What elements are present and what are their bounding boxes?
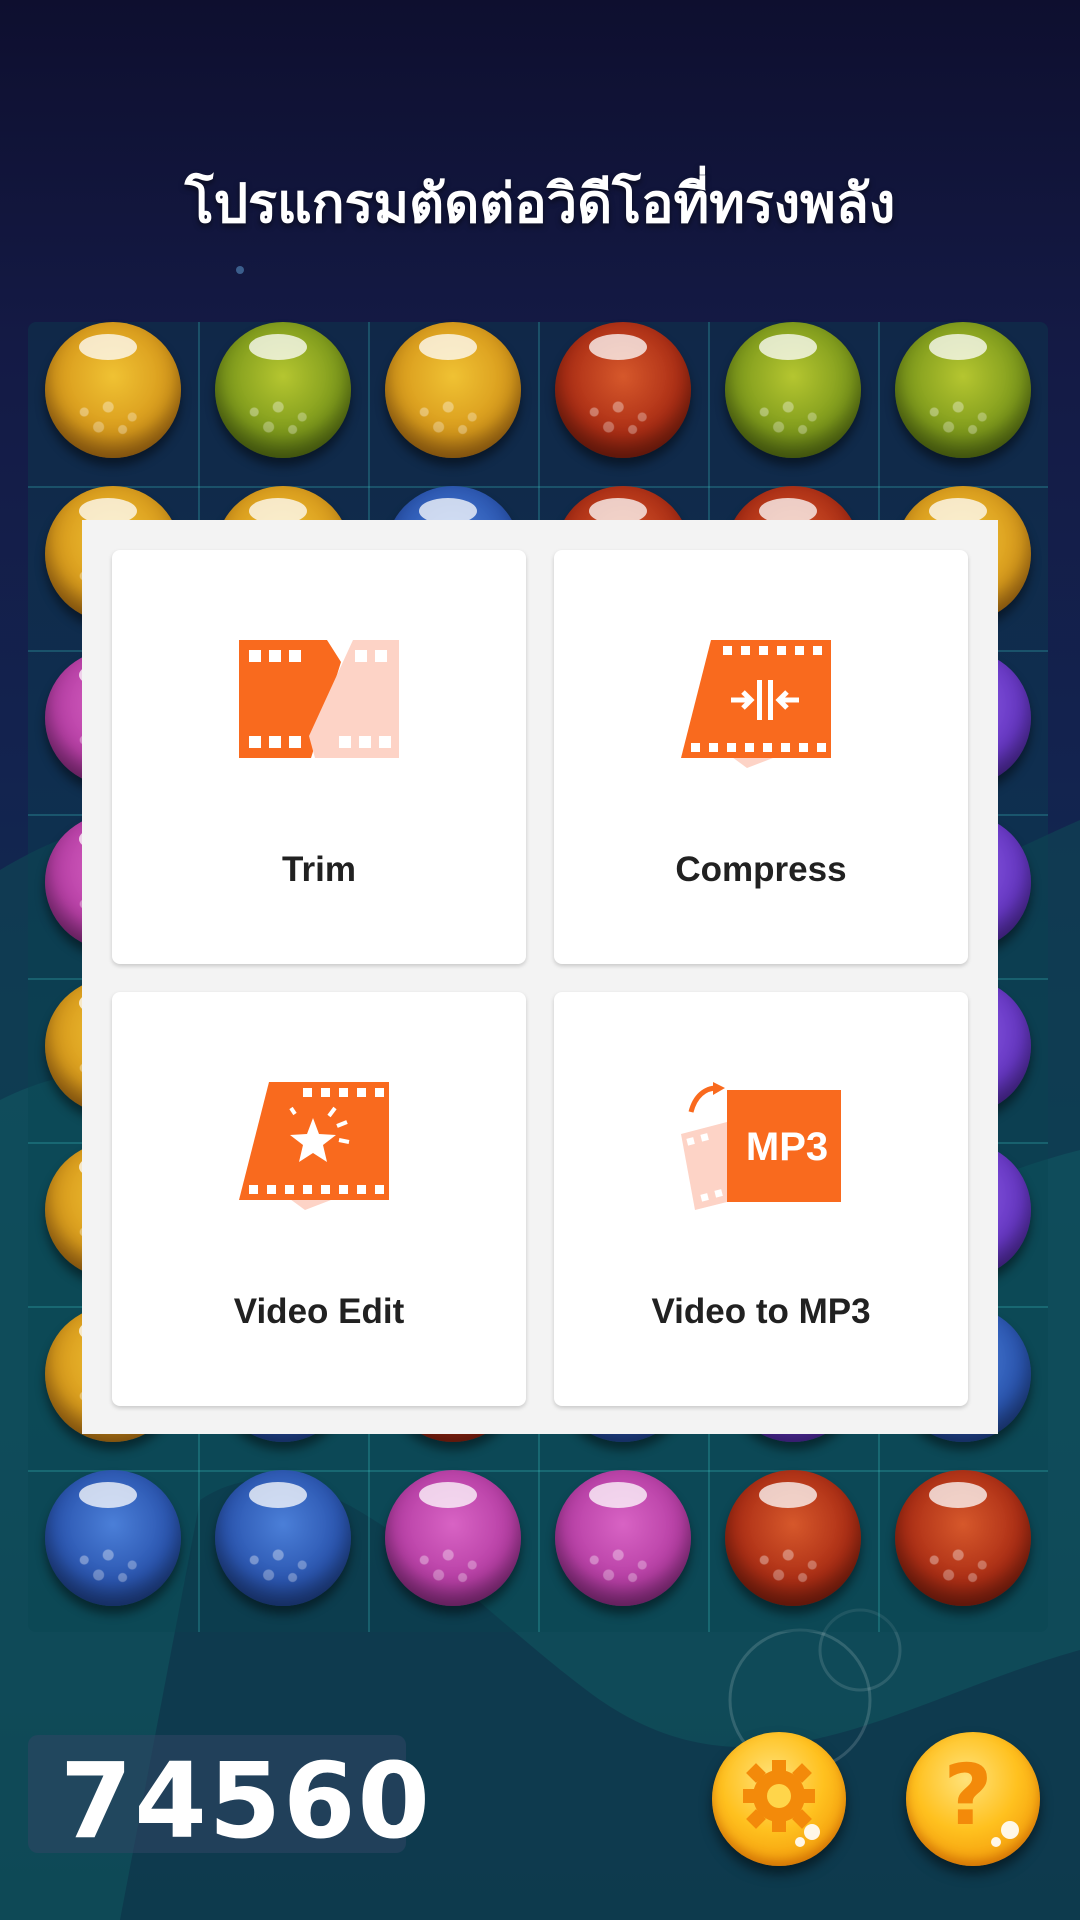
- marble-magenta[interactable]: [555, 1470, 691, 1606]
- settings-button[interactable]: [712, 1732, 846, 1866]
- mp3-convert-icon: MP3: [681, 1082, 841, 1210]
- video-edit-star-icon: [239, 1082, 389, 1210]
- marble-green[interactable]: [895, 322, 1031, 458]
- grid-line: [28, 486, 1048, 488]
- marble-red[interactable]: [725, 1470, 861, 1606]
- page-title: โปรแกรมตัดต่อวิดีโอที่ทรงพลัง: [184, 172, 896, 235]
- compress-card[interactable]: Compress: [554, 550, 968, 964]
- video-to-mp3-card[interactable]: MP3 Video to MP3: [554, 992, 968, 1406]
- marble-blue[interactable]: [215, 1470, 351, 1606]
- video-to-mp3-label: Video to MP3: [651, 1292, 871, 1331]
- gear-icon: [743, 1760, 820, 1847]
- marble-yellow[interactable]: [45, 322, 181, 458]
- marble-red[interactable]: [895, 1470, 1031, 1606]
- marble-magenta[interactable]: [385, 1470, 521, 1606]
- marble-yellow[interactable]: [385, 322, 521, 458]
- question-mark-icon: ?: [944, 1746, 1019, 1847]
- help-glyph: ?: [944, 1746, 993, 1844]
- video-edit-label: Video Edit: [233, 1292, 405, 1331]
- help-button[interactable]: ?: [906, 1732, 1040, 1866]
- score-value: 74560: [60, 1740, 432, 1862]
- marble-red[interactable]: [555, 322, 691, 458]
- marble-green[interactable]: [215, 322, 351, 458]
- tools-dialog: Trim Compress Video Edit MP3 Video to MP…: [82, 520, 998, 1434]
- trim-label: Trim: [282, 850, 356, 889]
- compress-film-icon: [681, 640, 831, 768]
- marble-green[interactable]: [725, 322, 861, 458]
- marble-blue[interactable]: [45, 1470, 181, 1606]
- mp3-badge: MP3: [746, 1125, 828, 1169]
- grid-line: [28, 1470, 1048, 1472]
- compress-label: Compress: [675, 850, 847, 889]
- video-edit-card[interactable]: Video Edit: [112, 992, 526, 1406]
- trim-film-icon: [239, 640, 399, 758]
- trim-card[interactable]: Trim: [112, 550, 526, 964]
